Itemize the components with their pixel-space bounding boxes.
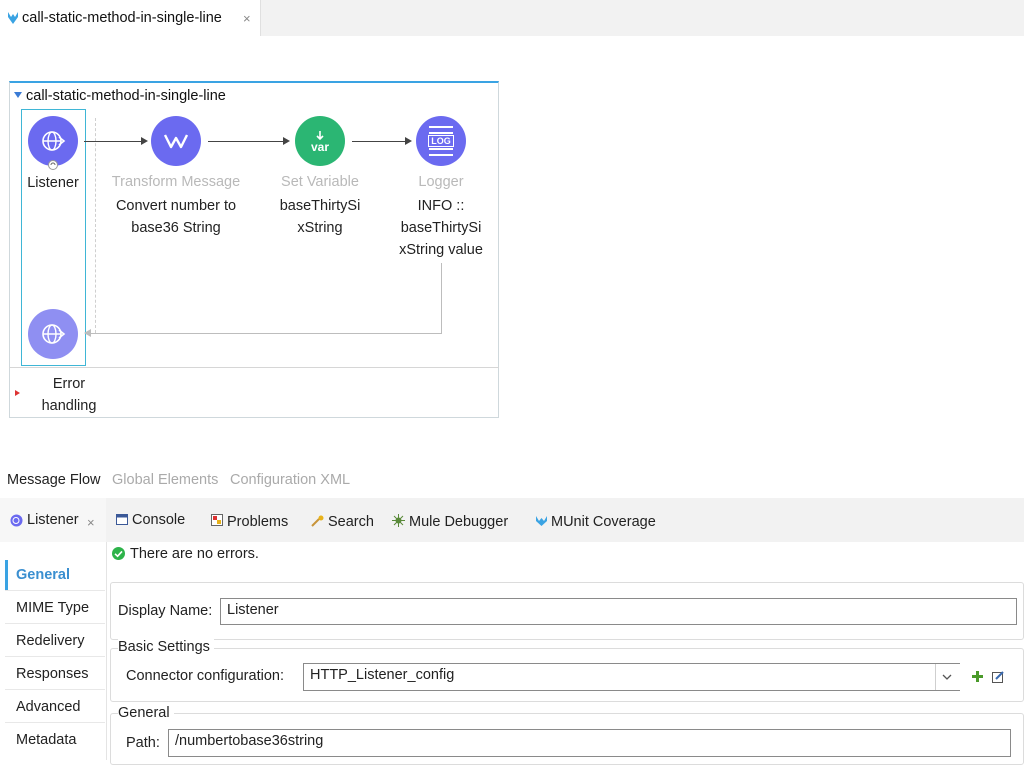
- close-icon[interactable]: ×: [87, 515, 95, 530]
- display-name-input[interactable]: Listener: [220, 598, 1017, 625]
- close-icon[interactable]: ×: [243, 11, 251, 26]
- logger-label-line3: xString value: [399, 242, 483, 258]
- sidebar-separator: [5, 656, 105, 657]
- basic-settings-title: Basic Settings: [118, 639, 214, 655]
- setvar-label-line1: baseThirtySi: [279, 198, 361, 214]
- mule-file-icon: [8, 12, 18, 24]
- arrowhead-icon: [283, 137, 290, 145]
- editor-tab-label: call-static-method-in-single-line: [22, 10, 222, 26]
- error-handling-line1[interactable]: Error: [30, 373, 108, 395]
- expand-arrow-icon[interactable]: [15, 390, 20, 396]
- flow-arrow: [84, 141, 142, 142]
- sidebar-item-mime-type[interactable]: MIME Type: [16, 600, 89, 616]
- logger-label-line1: INFO ::: [417, 198, 465, 214]
- collapse-arrow-icon[interactable]: [14, 92, 22, 98]
- transform-label-line2: base36 String: [131, 220, 221, 236]
- return-path-vertical: [441, 263, 442, 334]
- sidebar-separator: [5, 590, 105, 591]
- logger-node[interactable]: LOG: [416, 116, 466, 166]
- sidebar-item-general[interactable]: General: [16, 567, 70, 583]
- set-variable-node[interactable]: var: [295, 116, 345, 166]
- sidebar-separator: [5, 722, 105, 723]
- log-lines-icon: [429, 148, 453, 156]
- tab-properties-listener[interactable]: Listener: [27, 512, 79, 528]
- sidebar-separator: [5, 623, 105, 624]
- logger-label-line2: baseThirtySi: [400, 220, 482, 236]
- problems-icon: [211, 514, 223, 526]
- sidebar-item-redelivery[interactable]: Redelivery: [16, 633, 85, 649]
- console-icon: [116, 514, 128, 525]
- tab-configuration-xml[interactable]: Configuration XML: [230, 472, 350, 488]
- connector-config-select[interactable]: HTTP_Listener_config: [303, 663, 960, 691]
- success-check-icon: [112, 547, 125, 560]
- general-group-title: General: [118, 705, 174, 721]
- connector-config-label: Connector configuration:: [126, 668, 284, 684]
- flow-arrow: [352, 141, 406, 142]
- arrowhead-icon: [141, 137, 148, 145]
- globe-icon: [42, 131, 66, 151]
- error-handling-line2[interactable]: handling: [30, 395, 108, 417]
- return-path-horizontal: [90, 333, 442, 334]
- log-icon: LOG: [428, 135, 454, 147]
- setvar-type-label: Set Variable: [281, 174, 359, 190]
- tab-mule-debugger[interactable]: Mule Debugger: [409, 514, 508, 530]
- return-arrowhead-icon: [84, 329, 91, 337]
- log-lines-icon: [429, 126, 453, 134]
- flow-arrow: [208, 141, 284, 142]
- sync-badge-icon: [48, 160, 58, 170]
- transform-type-label: Transform Message: [111, 174, 241, 190]
- search-icon: [311, 515, 324, 527]
- path-input[interactable]: /numbertobase36string: [168, 729, 1011, 757]
- error-handling-divider: [9, 367, 499, 368]
- add-icon[interactable]: [971, 670, 984, 683]
- tab-search[interactable]: Search: [328, 514, 374, 530]
- listener-response-node[interactable]: [28, 309, 78, 359]
- selected-indicator: [5, 560, 8, 590]
- logger-type-label: Logger: [418, 174, 464, 190]
- chevron-down-icon: [942, 674, 952, 680]
- flow-title: call-static-method-in-single-line: [26, 88, 226, 104]
- munit-icon: [536, 516, 547, 526]
- edit-icon[interactable]: [992, 670, 1005, 683]
- tab-console[interactable]: Console: [132, 512, 185, 528]
- editor-tab[interactable]: call-static-method-in-single-line ×: [0, 0, 261, 36]
- sidebar-item-advanced[interactable]: Advanced: [16, 699, 81, 715]
- status-message: There are no errors.: [130, 546, 259, 562]
- debugger-icon: [392, 514, 405, 527]
- sidebar-separator: [5, 689, 105, 690]
- setvar-label-line2: xString: [297, 220, 343, 236]
- tab-message-flow[interactable]: Message Flow: [7, 472, 100, 488]
- display-name-label: Display Name:: [118, 603, 213, 619]
- var-icon: var: [310, 139, 330, 154]
- arrowhead-icon: [405, 137, 412, 145]
- globe-icon: [42, 324, 66, 344]
- listener-label: Listener: [27, 175, 79, 191]
- tab-global-elements[interactable]: Global Elements: [112, 472, 218, 488]
- down-arrow-icon: [316, 130, 324, 140]
- transform-message-node[interactable]: [151, 116, 201, 166]
- sidebar-item-responses[interactable]: Responses: [16, 666, 89, 682]
- transform-label-line1: Convert number to: [115, 198, 237, 214]
- dataweave-icon: [163, 134, 189, 149]
- sidebar-item-metadata[interactable]: Metadata: [16, 732, 76, 748]
- tab-munit-coverage[interactable]: MUnit Coverage: [551, 514, 656, 530]
- tab-problems[interactable]: Problems: [227, 514, 288, 530]
- listener-node[interactable]: [28, 116, 78, 166]
- listener-small-icon: [10, 514, 23, 527]
- path-label: Path:: [126, 735, 160, 751]
